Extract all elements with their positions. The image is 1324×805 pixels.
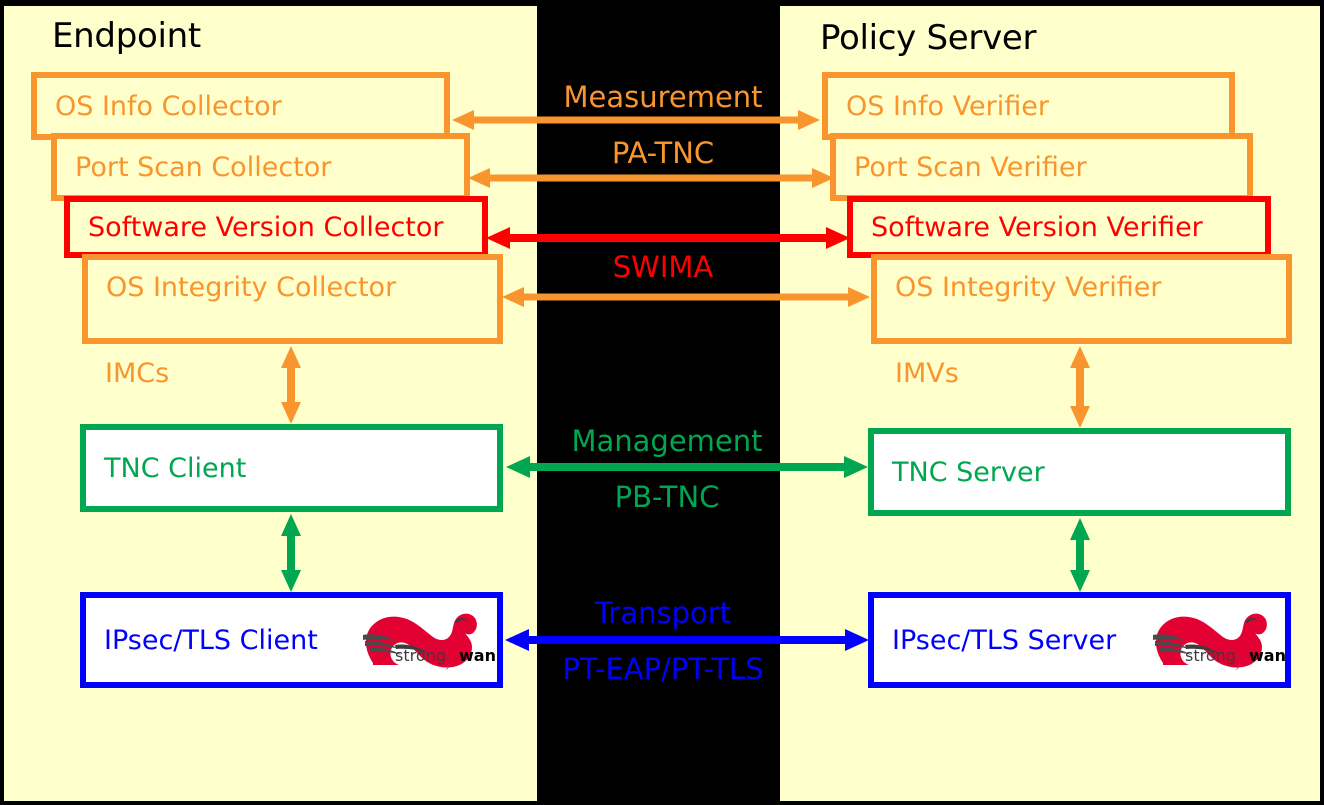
imcs-group-label: IMCs: [105, 358, 170, 389]
label-management: Management: [571, 424, 763, 458]
box-os-integrity-collector-label: OS Integrity Collector: [106, 272, 397, 303]
svg-text:strong: strong: [395, 646, 446, 665]
box-tnc-server-label: TNC Server: [892, 456, 1045, 488]
box-os-info-verifier[interactable]: OS Info Verifier: [822, 72, 1235, 140]
arrow-tnc-server-to-ipsec-server: [1066, 516, 1094, 594]
label-pb-tnc: PB-TNC: [614, 480, 720, 514]
arrow-imvs-to-tnc-server: [1066, 344, 1094, 430]
label-pa-tnc: PA-TNC: [611, 136, 715, 170]
label-pt-eap-pt-tls: PT-EAP/PT-TLS: [562, 652, 764, 686]
box-port-scan-collector-label: Port Scan Collector: [75, 151, 332, 183]
svg-text:wan: wan: [459, 646, 495, 665]
label-transport: Transport: [594, 596, 732, 630]
box-os-integrity-verifier-label: OS Integrity Verifier: [895, 272, 1162, 303]
box-os-info-collector[interactable]: OS Info Collector: [31, 72, 450, 140]
svg-text:wan: wan: [1249, 646, 1285, 665]
box-software-version-collector-label: Software Version Collector: [88, 211, 444, 243]
arrow-transport-pt-eap: [503, 626, 871, 654]
box-ipsec-tls-server-label: IPsec/TLS Server: [892, 624, 1117, 656]
box-os-integrity-collector[interactable]: OS Integrity Collector: [82, 254, 503, 344]
arrow-tnc-client-to-ipsec-client: [277, 512, 305, 594]
box-ipsec-tls-client-label: IPsec/TLS Client: [104, 624, 318, 656]
arrow-swima-software-version: [484, 224, 852, 252]
strongswan-logo-server: strong wan: [1145, 597, 1285, 675]
box-os-info-verifier-label: OS Info Verifier: [846, 90, 1049, 122]
svg-text:strong: strong: [1185, 646, 1236, 665]
box-port-scan-verifier-label: Port Scan Verifier: [854, 151, 1087, 183]
diagram-canvas: Endpoint OS Info Collector Port Scan Col…: [0, 0, 1324, 805]
strongswan-logo-client: strong wan: [355, 597, 495, 675]
arrow-measurement-os-integrity: [500, 283, 872, 311]
box-tnc-server[interactable]: TNC Server: [868, 428, 1291, 516]
label-swima: SWIMA: [612, 250, 714, 284]
box-os-integrity-verifier[interactable]: OS Integrity Verifier: [871, 254, 1292, 344]
policy-server-title: Policy Server: [820, 18, 1037, 58]
box-os-info-collector-label: OS Info Collector: [55, 90, 282, 122]
box-software-version-verifier-label: Software Version Verifier: [871, 211, 1203, 243]
box-software-version-collector[interactable]: Software Version Collector: [64, 196, 488, 258]
imvs-group-label: IMVs: [895, 358, 959, 389]
box-tnc-client[interactable]: TNC Client: [80, 424, 503, 512]
box-port-scan-collector[interactable]: Port Scan Collector: [51, 133, 470, 201]
label-measurement: Measurement: [563, 80, 763, 114]
box-port-scan-verifier[interactable]: Port Scan Verifier: [830, 133, 1253, 201]
box-software-version-verifier[interactable]: Software Version Verifier: [847, 196, 1271, 258]
box-tnc-client-label: TNC Client: [104, 452, 247, 484]
arrow-imcs-to-tnc-client: [277, 344, 305, 426]
endpoint-title: Endpoint: [52, 16, 201, 56]
